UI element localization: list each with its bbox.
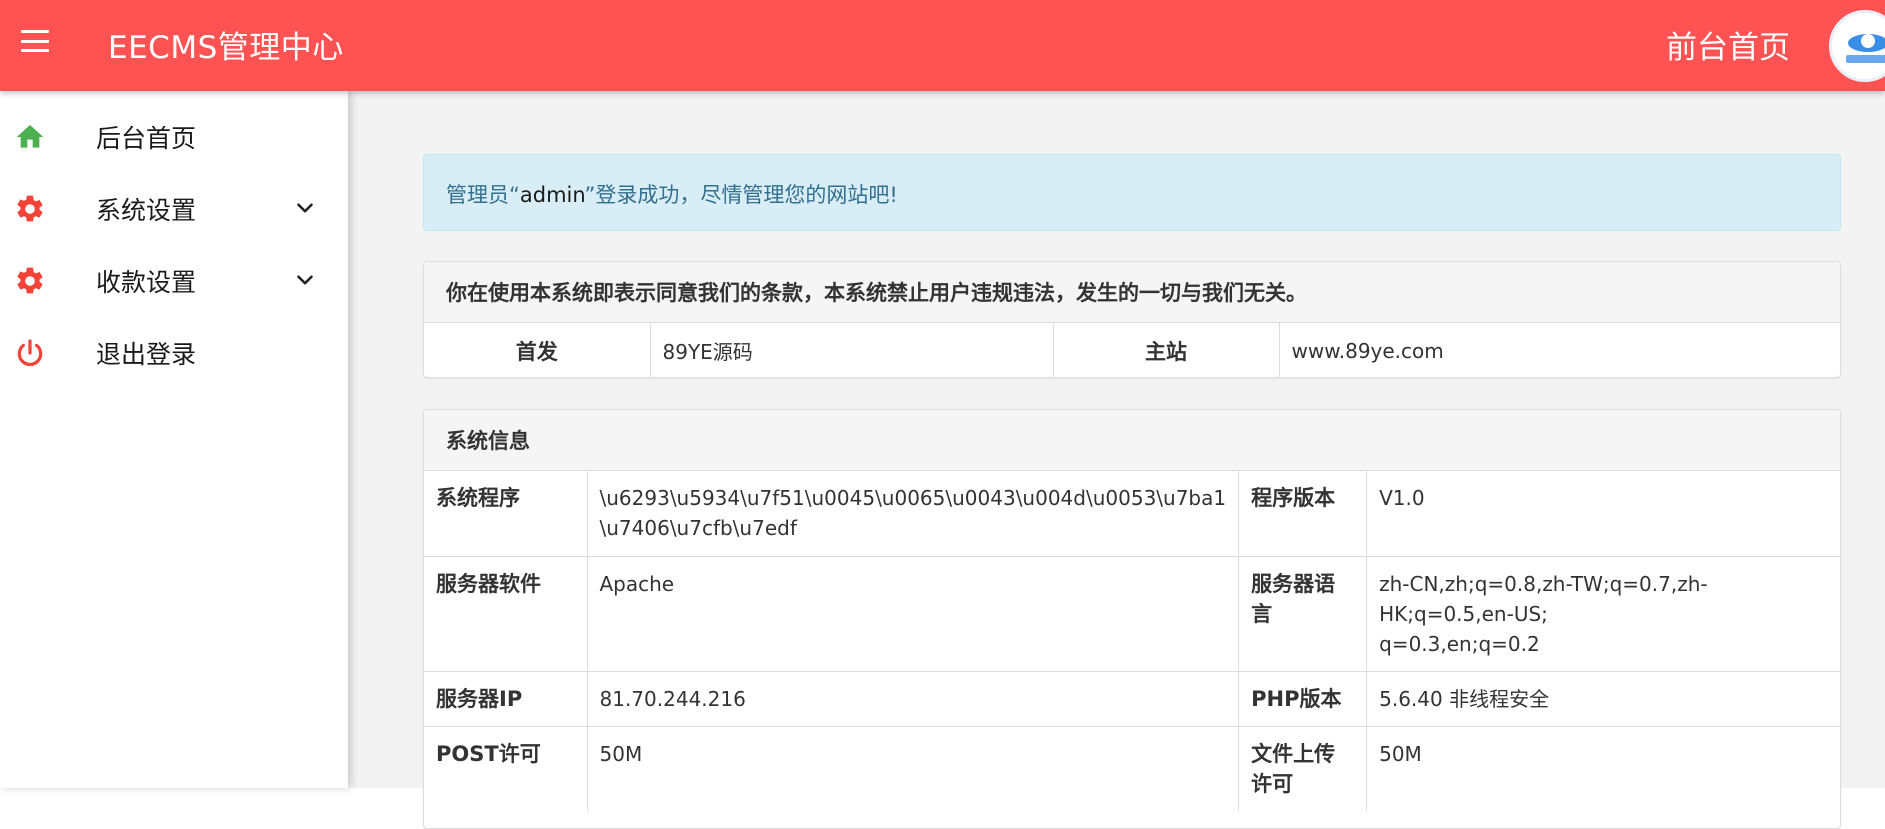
app-title: EECMS管理中心 bbox=[108, 30, 344, 66]
table-cell: 主站 bbox=[1053, 323, 1280, 377]
top-bar: EECMS管理中心 前台首页 bbox=[0, 0, 1885, 91]
table-row: 服务器IP 81.70.244.216 PHP版本 5.6.40 非线程安全 bbox=[424, 670, 1840, 726]
terms-panel-heading: 你在使用本系统即表示同意我们的条款，本系统禁止用户违规违法，发生的一切与我们无关… bbox=[424, 262, 1840, 323]
alert-username: admin bbox=[519, 183, 585, 207]
table-cell: 服务器软件 bbox=[424, 555, 588, 671]
chevron-down-icon bbox=[297, 275, 313, 285]
sidebar: 后台首页 系统设置 收款设置 退出登录 bbox=[0, 91, 348, 788]
table-cell: 文件上传 许可 bbox=[1238, 725, 1368, 811]
table-cell: 50M bbox=[1366, 725, 1840, 811]
table-cell: 89YE源码 bbox=[650, 323, 1054, 377]
table-cell: PHP版本 bbox=[1238, 670, 1368, 726]
chevron-down-icon bbox=[297, 203, 313, 213]
sidebar-item-label: 收款设置 bbox=[96, 268, 197, 297]
sidebar-item-label: 系统设置 bbox=[96, 196, 197, 225]
table-cell: 程序版本 bbox=[1238, 471, 1368, 556]
table-cell: 5.6.40 非线程安全 bbox=[1366, 670, 1840, 726]
hamburger-menu-icon[interactable] bbox=[18, 26, 52, 56]
table-row: 首发 89YE源码 主站 www.89ye.com bbox=[424, 323, 1840, 377]
system-info-panel: 系统信息 系统程序 \u6293\u5934\u7f51\u0045\u0065… bbox=[423, 409, 1841, 829]
alert-suffix: ”登录成功，尽情管理您的网站吧! bbox=[584, 183, 898, 207]
alert-prefix: 管理员“ bbox=[446, 183, 520, 207]
table-row: POST许可 50M 文件上传 许可 50M bbox=[424, 725, 1840, 811]
power-icon bbox=[17, 339, 43, 367]
sidebar-item-logout[interactable]: 退出登录 bbox=[0, 317, 348, 389]
sidebar-item-dashboard[interactable]: 后台首页 bbox=[0, 101, 348, 173]
gear-icon bbox=[17, 267, 43, 294]
table-cell: POST许可 bbox=[424, 725, 588, 811]
terms-panel: 你在使用本系统即表示同意我们的条款，本系统禁止用户违规违法，发生的一切与我们无关… bbox=[423, 261, 1841, 378]
table-cell: Apache bbox=[587, 555, 1240, 671]
table-cell: V1.0 bbox=[1379, 486, 1425, 510]
sidebar-item-label: 退出登录 bbox=[96, 340, 197, 369]
sidebar-item-payment-settings[interactable]: 收款设置 bbox=[0, 245, 348, 317]
sidebar-item-system-settings[interactable]: 系统设置 bbox=[0, 173, 348, 245]
front-page-link[interactable]: 前台首页 bbox=[1666, 22, 1790, 67]
avatar[interactable] bbox=[1829, 10, 1885, 82]
system-info-heading: 系统信息 bbox=[424, 410, 1840, 471]
gear-icon bbox=[17, 195, 43, 222]
login-success-alert: 管理员“admin”登录成功，尽情管理您的网站吧! bbox=[423, 154, 1841, 231]
main-content: 管理员“admin”登录成功，尽情管理您的网站吧! 你在使用本系统即表示同意我们… bbox=[348, 91, 1885, 829]
sidebar-item-label: 后台首页 bbox=[96, 124, 197, 153]
terms-table: 首发 89YE源码 主站 www.89ye.com bbox=[424, 323, 1840, 377]
system-info-table: 系统程序 \u6293\u5934\u7f51\u0045\u0065\u004… bbox=[424, 471, 1840, 811]
table-row: 系统程序 \u6293\u5934\u7f51\u0045\u0065\u004… bbox=[424, 471, 1840, 556]
table-cell: 服务器IP bbox=[424, 670, 588, 726]
table-cell: 服务器语 言 bbox=[1238, 555, 1368, 671]
table-cell: 50M bbox=[587, 725, 1240, 811]
table-cell: 系统程序 bbox=[424, 471, 588, 556]
table-cell: \u6293\u5934\u7f51\u0045\u0065\u0043\u00… bbox=[587, 471, 1240, 556]
home-icon bbox=[16, 125, 44, 148]
table-cell: 首发 bbox=[424, 323, 651, 377]
table-cell: zh-CN,zh;q=0.8,zh-TW;q=0.7,zh-HK;q=0.5,e… bbox=[1366, 555, 1840, 671]
table-cell: www.89ye.com bbox=[1291, 338, 1444, 363]
table-row: 服务器软件 Apache 服务器语 言 zh-CN,zh;q=0.8,zh-TW… bbox=[424, 555, 1840, 671]
table-cell: 81.70.244.216 bbox=[587, 670, 1240, 726]
